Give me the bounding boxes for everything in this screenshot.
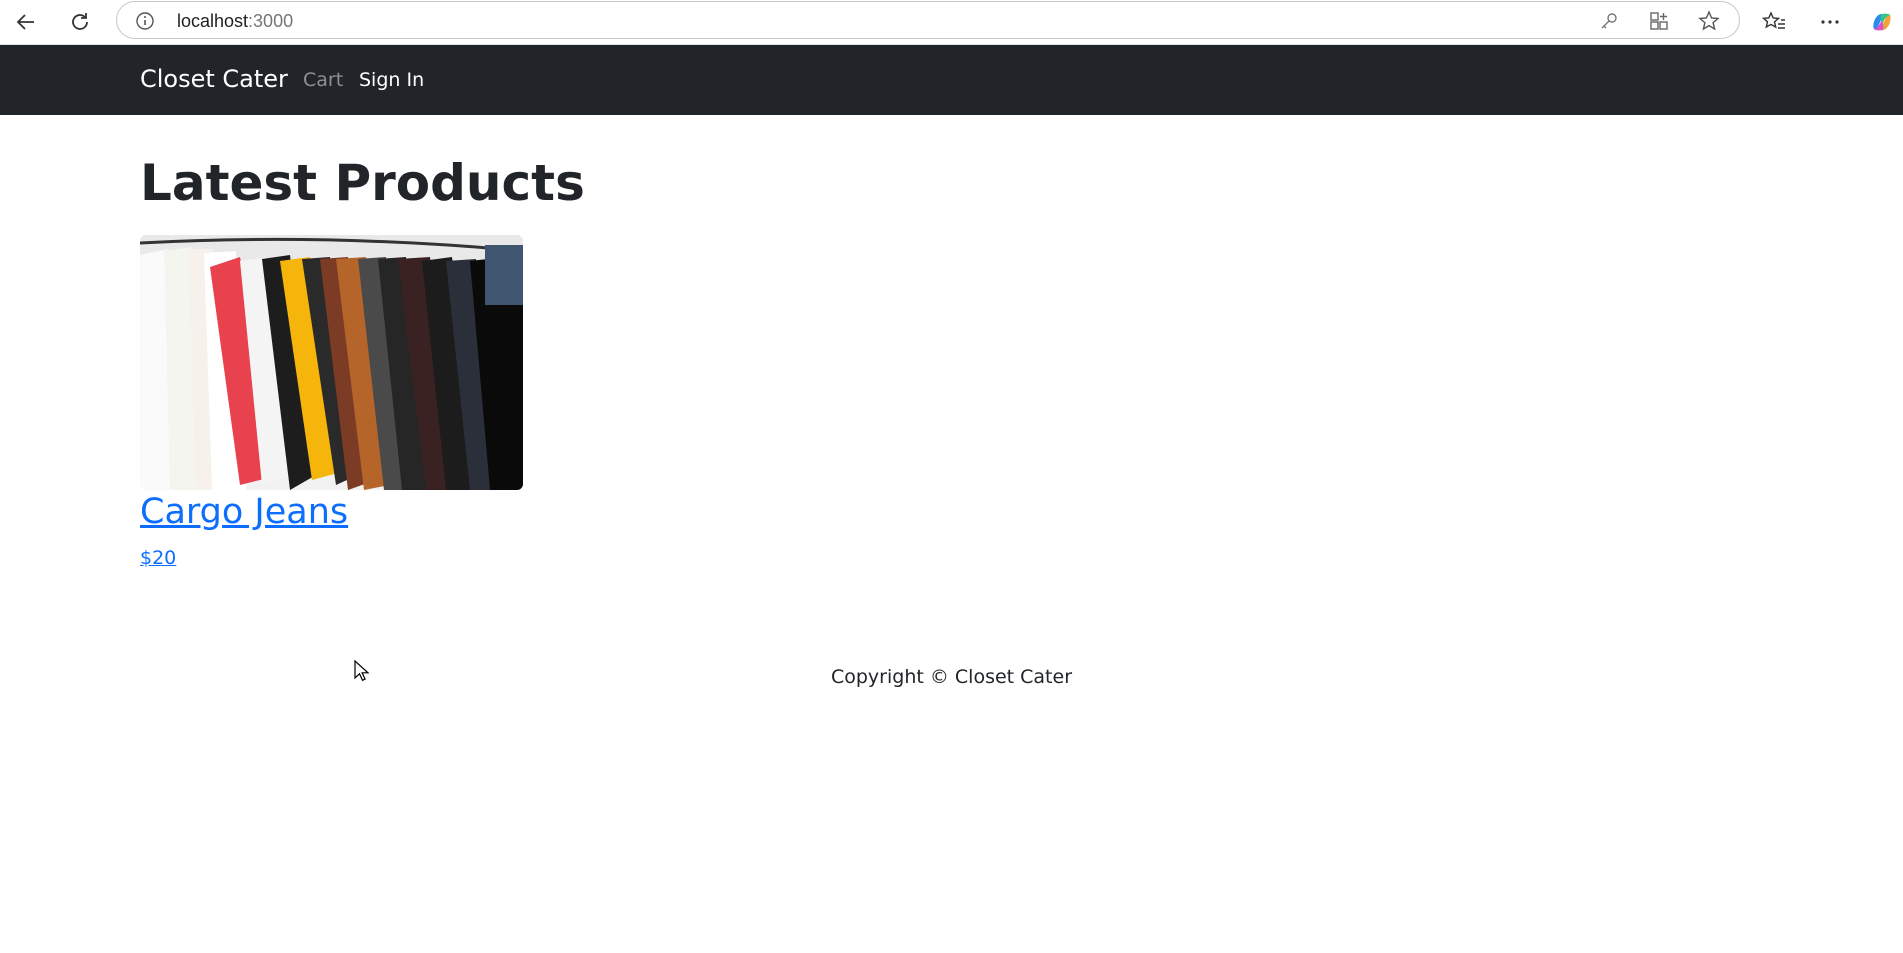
browser-toolbar: localhost:3000 [0, 0, 1903, 45]
key-icon[interactable] [1597, 10, 1621, 32]
more-dots-icon [1821, 20, 1839, 24]
address-bar[interactable]: localhost:3000 [116, 1, 1740, 39]
reload-button[interactable] [62, 6, 98, 38]
settings-more-button[interactable] [1812, 6, 1848, 38]
favorites-button[interactable] [1756, 6, 1792, 38]
url-host: localhost [177, 11, 249, 31]
url-port: :3000 [248, 11, 294, 31]
favorites-icon [1762, 11, 1785, 29]
copilot-button[interactable] [1864, 6, 1900, 38]
site-info-icon[interactable] [135, 11, 155, 31]
copilot-icon [1873, 13, 1891, 31]
product-price-link[interactable]: $20 [140, 547, 176, 569]
clothing-rack-photo [140, 235, 523, 490]
product-card: Cargo Jeans $20 [140, 235, 523, 569]
mouse-cursor-icon [354, 660, 370, 682]
nav-link-sign-in[interactable]: Sign In [359, 69, 424, 91]
nav-link-cart[interactable]: Cart [303, 69, 343, 91]
footer-copyright: Copyright © Closet Cater [830, 666, 1073, 688]
back-button[interactable] [8, 6, 44, 38]
extensions-icon[interactable] [1647, 10, 1671, 32]
url-text[interactable]: localhost:3000 [177, 11, 293, 32]
brand-link[interactable]: Closet Cater [140, 65, 288, 93]
star-icon[interactable] [1697, 10, 1721, 32]
product-name-link[interactable]: Cargo Jeans [140, 492, 348, 532]
reload-icon [72, 13, 88, 30]
product-image[interactable] [140, 235, 523, 490]
navbar: Closet Cater Cart Sign In [0, 45, 1903, 115]
back-arrow-icon [16, 14, 34, 30]
page-title: Latest Products [140, 154, 585, 212]
